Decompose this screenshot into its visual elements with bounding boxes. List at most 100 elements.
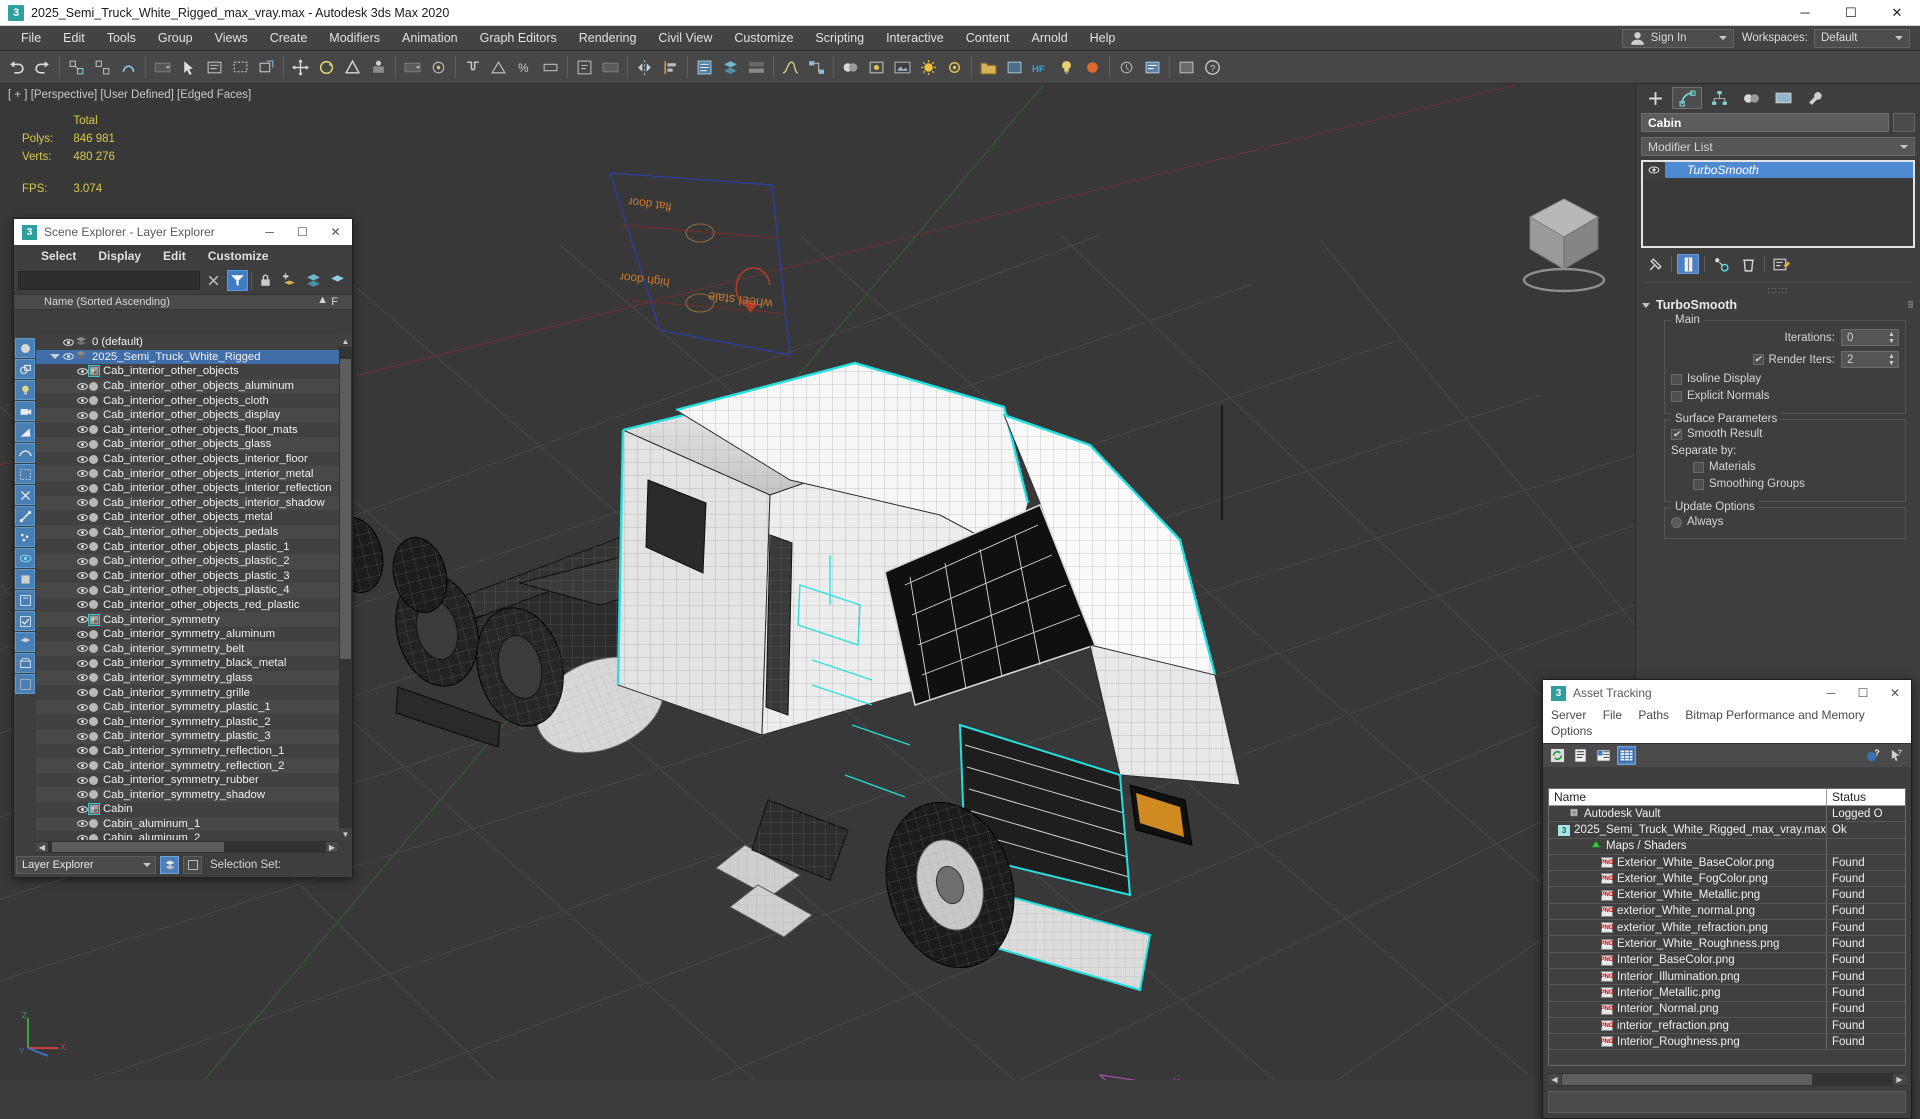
layer-row[interactable]: Cab_interior_symmetry_belt	[36, 641, 352, 656]
layer-row[interactable]: Cab_interior_other_objects_interior_floo…	[36, 452, 352, 467]
visibility-toggle-icon[interactable]	[76, 644, 89, 653]
visibility-toggle-icon[interactable]	[76, 542, 89, 551]
list-view-icon[interactable]	[1571, 746, 1590, 765]
state-sets-button[interactable]	[1002, 55, 1027, 80]
scroll-thumb[interactable]	[340, 359, 351, 659]
modifier-list-dropdown[interactable]: Modifier List	[1641, 137, 1915, 156]
grid-view-icon[interactable]	[1617, 746, 1636, 765]
layer-row[interactable]: Cab_interior_other_objects_cloth	[36, 393, 352, 408]
menu-file[interactable]: File	[10, 27, 52, 49]
asset-row[interactable]: PNGExterior_White_BaseColor.pngFound	[1549, 855, 1905, 871]
layer-row[interactable]: Cab_interior_other_objects_interior_refl…	[36, 481, 352, 496]
rollout-drag-handle[interactable]: ::::::	[1644, 282, 1912, 295]
filter-spacewarps-icon[interactable]	[15, 443, 35, 463]
filter-lights-icon[interactable]	[15, 380, 35, 400]
toggle-ribbon-button[interactable]	[744, 55, 769, 80]
menu-paths[interactable]: Paths	[1638, 708, 1669, 722]
visibility-toggle-icon[interactable]	[76, 717, 89, 726]
rectangular-selection-region-button[interactable]	[228, 55, 253, 80]
visibility-toggle-icon[interactable]	[76, 746, 89, 755]
visibility-toggle-icon[interactable]	[76, 557, 89, 566]
menu-server[interactable]: Server	[1551, 708, 1586, 722]
visibility-toggle-icon[interactable]	[76, 528, 89, 537]
layer-row[interactable]: Cab_interior_symmetry_reflection_2	[36, 758, 352, 773]
maximize-button[interactable]: ☐	[1847, 680, 1879, 706]
select-move-button[interactable]	[288, 55, 313, 80]
layer-row[interactable]: Cabin_aluminum_2	[36, 831, 352, 840]
visibility-toggle-icon[interactable]	[76, 673, 89, 682]
layer-row[interactable]: Cab_interior_symmetry_plastic_1	[36, 700, 352, 715]
visibility-toggle-icon[interactable]	[76, 455, 89, 464]
asset-row[interactable]: PNGExterior_White_FogColor.pngFound	[1549, 871, 1905, 887]
menu-animation[interactable]: Animation	[391, 27, 469, 49]
scroll-left-arrow[interactable]: ◀	[36, 842, 48, 852]
layer-list-scrollbar[interactable]: ▲ ▼	[339, 335, 352, 840]
open-asset-tracking-button[interactable]	[976, 55, 1001, 80]
asset-row[interactable]: PNGInterior_Normal.pngFound	[1549, 1002, 1905, 1018]
visibility-toggle-icon[interactable]	[76, 367, 89, 376]
visibility-toggle-icon[interactable]	[76, 411, 89, 420]
layer-row[interactable]: Cab_interior_symmetry_grille	[36, 685, 352, 700]
menu-display[interactable]: Display	[87, 247, 152, 265]
filter-shapes-icon[interactable]	[15, 359, 35, 379]
asset-tracking-grid[interactable]: Name Status Autodesk VaultLogged O32025_…	[1548, 788, 1906, 1066]
layer-row[interactable]: 0 (default)	[36, 335, 352, 350]
menu-edit[interactable]: Edit	[152, 247, 197, 265]
filter-containers-icon[interactable]	[15, 653, 35, 673]
visibility-toggle-icon[interactable]	[76, 819, 89, 828]
layer-row[interactable]: Cab_interior_symmetry_glass	[36, 671, 352, 686]
modifier-stack[interactable]: TurboSmooth	[1641, 160, 1915, 248]
menu-customize[interactable]: Customize	[197, 247, 280, 265]
remove-modifier-icon[interactable]	[1737, 254, 1759, 274]
select-placement-button[interactable]	[366, 55, 391, 80]
select-scale-button[interactable]	[340, 55, 365, 80]
close-button[interactable]: ✕	[1879, 680, 1911, 706]
layer-row[interactable]: Cab_interior_symmetry_plastic_3	[36, 729, 352, 744]
select-by-name-button[interactable]	[202, 55, 227, 80]
column-header-name[interactable]: Name	[1549, 789, 1827, 805]
select-link-button[interactable]	[64, 55, 89, 80]
filter-bones-icon[interactable]	[15, 506, 35, 526]
spinner-arrows-icon[interactable]: ▲▼	[1886, 331, 1897, 345]
layer-row[interactable]: Cab_interior_symmetry_shadow	[36, 787, 352, 802]
rollout-header[interactable]: TurboSmooth ⠿	[1642, 295, 1914, 315]
render-production-button[interactable]	[916, 55, 941, 80]
layer-row[interactable]: Cabin	[36, 802, 352, 817]
menu-group[interactable]: Group	[147, 27, 204, 49]
perspective-viewport[interactable]: [ + ] [Perspective] [User Defined] [Edge…	[0, 85, 1635, 1080]
menu-options[interactable]: Options	[1551, 724, 1592, 738]
lock-icon[interactable]	[255, 270, 276, 291]
add-layer-icon[interactable]	[279, 270, 300, 291]
visibility-toggle-icon[interactable]	[76, 382, 89, 391]
rendered-frame-window-button[interactable]	[890, 55, 915, 80]
visibility-toggle-icon[interactable]	[76, 425, 89, 434]
menu-graph-editors[interactable]: Graph Editors	[469, 27, 568, 49]
menu-rendering[interactable]: Rendering	[568, 27, 648, 49]
layer-row[interactable]: Cab_interior_other_objects_aluminum	[36, 379, 352, 394]
minimize-button[interactable]: ─	[253, 219, 286, 245]
menu-modifiers[interactable]: Modifiers	[318, 27, 391, 49]
column-header-name[interactable]: Name (Sorted Ascending) F ▲	[14, 294, 352, 310]
render-iterative-button[interactable]	[942, 55, 967, 80]
layer-row[interactable]: Cab_interior_other_objects_plastic_3	[36, 569, 352, 584]
menu-civil-view[interactable]: Civil View	[647, 27, 723, 49]
filter-cameras-icon[interactable]	[15, 401, 35, 421]
search-input[interactable]	[18, 271, 200, 290]
select-rotate-button[interactable]	[314, 55, 339, 80]
layer-row[interactable]: Cab_interior_other_objects_metal	[36, 510, 352, 525]
rendering-explorer-button[interactable]	[1140, 55, 1165, 80]
scroll-up-arrow[interactable]: ▲	[339, 335, 352, 347]
visibility-toggle-icon[interactable]	[76, 703, 89, 712]
layer-row[interactable]: Cab_interior_other_objects_floor_mats	[36, 423, 352, 438]
hscroll-thumb[interactable]	[52, 842, 224, 852]
menu-scripting[interactable]: Scripting	[804, 27, 875, 49]
filter-particles-icon[interactable]	[15, 527, 35, 547]
render-setup-button[interactable]	[864, 55, 889, 80]
layer-row[interactable]: Cab_interior_other_objects_interior_meta…	[36, 466, 352, 481]
filter-frozen-icon[interactable]	[15, 569, 35, 589]
layer-row[interactable]: Cabin_aluminum_1	[36, 817, 352, 832]
pin-stack-icon[interactable]	[1644, 254, 1666, 274]
close-button[interactable]: ✕	[319, 219, 352, 245]
menu-help[interactable]: Help	[1079, 27, 1127, 49]
iterations-spinner[interactable]: 0 ▲▼	[1841, 329, 1899, 346]
